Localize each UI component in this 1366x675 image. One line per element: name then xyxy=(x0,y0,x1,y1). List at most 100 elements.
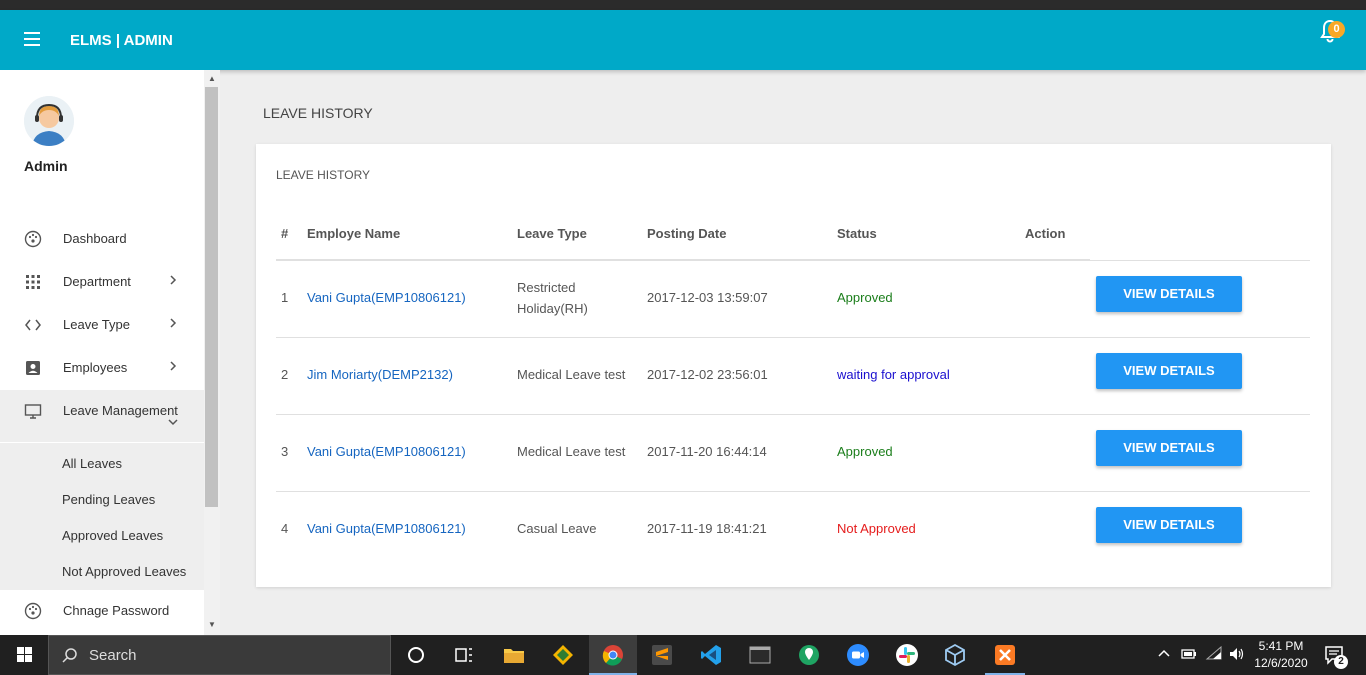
view-details-button[interactable]: VIEW DETAILS xyxy=(1096,430,1242,466)
scroll-up-arrow-icon[interactable]: ▲ xyxy=(204,72,220,86)
card-title: LEAVE HISTORY xyxy=(276,168,371,182)
row-number: 4 xyxy=(281,521,289,536)
posting-date: 2017-11-19 18:41:21 xyxy=(647,521,767,536)
row-number: 3 xyxy=(281,444,289,459)
app-header: ELMS | ADMIN xyxy=(0,10,1366,70)
row-divider xyxy=(276,414,1310,415)
sidebar-item-label: Leave Management xyxy=(63,403,178,418)
sidebar-item-dashboard[interactable]: Dashboard xyxy=(0,218,204,258)
git-kraken-icon[interactable] xyxy=(551,643,575,667)
leave-type: Restricted Holiday(RH) xyxy=(517,280,588,316)
employee-name-link[interactable]: Jim Moriarty(DEMP2132) xyxy=(307,364,453,385)
search-icon xyxy=(62,648,77,663)
column-header-number: # xyxy=(281,226,289,241)
wifi-icon[interactable] xyxy=(1205,645,1223,663)
row-divider xyxy=(276,337,1310,338)
tray-time: 5:41 PM xyxy=(1258,639,1304,653)
monitor-icon xyxy=(24,404,42,419)
grid-icon xyxy=(26,275,40,289)
xampp-taskbar-button[interactable] xyxy=(985,635,1025,675)
column-header-posting-date: Posting Date xyxy=(647,226,727,241)
search-placeholder: Search xyxy=(89,647,137,664)
sidebar-item-department[interactable]: Department xyxy=(0,261,204,301)
view-details-button[interactable]: VIEW DETAILS xyxy=(1096,353,1242,389)
tray-date: 12/6/2020 xyxy=(1254,656,1308,670)
chevron-right-icon xyxy=(170,318,177,328)
virtualbox-icon[interactable] xyxy=(943,643,967,667)
sidebar-item-leave-management[interactable]: Leave Management xyxy=(0,390,204,442)
leave-history-card: LEAVE HISTORY # Employe Name Leave Type … xyxy=(256,144,1331,587)
employee-name-link[interactable]: Vani Gupta(EMP10806121) xyxy=(307,518,466,539)
sidebar-item-label: Chnage Password xyxy=(63,603,170,618)
column-header-status: Status xyxy=(837,226,877,241)
terminal-icon[interactable] xyxy=(748,643,772,667)
chevron-up-icon[interactable] xyxy=(1155,645,1173,663)
chevron-down-icon xyxy=(168,419,178,426)
view-details-button[interactable]: VIEW DETAILS xyxy=(1096,507,1242,543)
volume-icon[interactable] xyxy=(1228,645,1246,663)
chevron-right-icon xyxy=(170,361,177,371)
sidebar-item-leave-type[interactable]: Leave Type xyxy=(0,304,204,344)
column-header-leave-type: Leave Type xyxy=(517,226,587,241)
hamburger-menu-icon[interactable] xyxy=(24,32,40,48)
row-number: 2 xyxy=(281,367,289,382)
submenu-item-approved-leaves[interactable]: Approved Leaves xyxy=(62,528,163,543)
sidebar-item-label: Department xyxy=(63,274,131,289)
submenu-item-all-leaves[interactable]: All Leaves xyxy=(62,456,122,471)
sidebar-item-label: Employees xyxy=(63,360,128,375)
page-title: LEAVE HISTORY xyxy=(263,105,373,121)
chevron-right-icon xyxy=(170,275,177,285)
avatar xyxy=(24,96,74,146)
status-text: waiting for approval xyxy=(837,367,950,382)
chrome-icon xyxy=(602,645,623,666)
battery-icon[interactable] xyxy=(1180,645,1198,663)
file-explorer-icon[interactable] xyxy=(502,643,526,667)
sidebar-item-label: Dashboard xyxy=(63,231,127,246)
column-header-action: Action xyxy=(1025,226,1066,241)
cortana-icon[interactable] xyxy=(404,643,428,667)
slack-icon[interactable] xyxy=(895,643,919,667)
status-text: Approved xyxy=(837,444,893,459)
submenu-item-pending-leaves[interactable]: Pending Leaves xyxy=(62,492,155,507)
leave-type: Casual Leave xyxy=(517,521,597,536)
sublime-text-icon[interactable] xyxy=(650,643,674,667)
status-text: Approved xyxy=(837,290,893,305)
action-center-badge: 2 xyxy=(1334,655,1348,669)
windows-taskbar: Search 5:41 PM 12/6/2020 2 xyxy=(0,635,1366,675)
submenu-item-not-approved-leaves[interactable]: Not Approved Leaves xyxy=(62,564,186,579)
posting-date: 2017-12-03 13:59:07 xyxy=(647,290,768,305)
tray-clock[interactable]: 5:41 PM 12/6/2020 xyxy=(1252,638,1310,672)
column-header-employee-name: Employe Name xyxy=(307,226,401,241)
vscode-icon[interactable] xyxy=(699,643,723,667)
avatar-illustration-icon xyxy=(24,96,74,146)
row-divider xyxy=(276,260,1310,261)
sidebar-scrollbar-thumb[interactable] xyxy=(205,87,218,507)
view-details-button[interactable]: VIEW DETAILS xyxy=(1096,276,1242,312)
posting-date: 2017-11-20 16:44:14 xyxy=(647,444,767,459)
row-divider xyxy=(276,491,1310,492)
task-view-icon[interactable] xyxy=(452,643,476,667)
admin-name: Admin xyxy=(24,158,68,174)
window-top-strip xyxy=(0,0,1366,10)
windows-start-icon[interactable] xyxy=(0,635,48,675)
taskbar-search-box[interactable]: Search xyxy=(48,635,391,675)
notification-badge: 0 xyxy=(1328,21,1345,38)
brand-title: ELMS | ADMIN xyxy=(70,32,173,49)
maps-pin-icon[interactable] xyxy=(797,643,821,667)
code-icon xyxy=(25,319,41,331)
status-text: Not Approved xyxy=(837,521,916,536)
zoom-icon[interactable] xyxy=(846,643,870,667)
sidebar-item-label: Leave Type xyxy=(63,317,130,332)
posting-date: 2017-12-02 23:56:01 xyxy=(647,367,768,382)
sidebar-item-employees[interactable]: Employees xyxy=(0,347,204,387)
scroll-down-arrow-icon[interactable]: ▼ xyxy=(204,618,220,632)
employee-name-link[interactable]: Vani Gupta(EMP10806121) xyxy=(307,287,466,308)
sidebar-item-change-password[interactable]: Chnage Password xyxy=(0,590,204,630)
chrome-taskbar-button[interactable] xyxy=(589,635,637,675)
leave-type: Medical Leave test xyxy=(517,444,626,459)
row-number: 1 xyxy=(281,290,289,305)
employee-name-link[interactable]: Vani Gupta(EMP10806121) xyxy=(307,441,466,462)
contact-card-icon xyxy=(26,361,40,375)
dashboard-icon xyxy=(24,230,42,248)
leave-type: Medical Leave test xyxy=(517,367,626,382)
